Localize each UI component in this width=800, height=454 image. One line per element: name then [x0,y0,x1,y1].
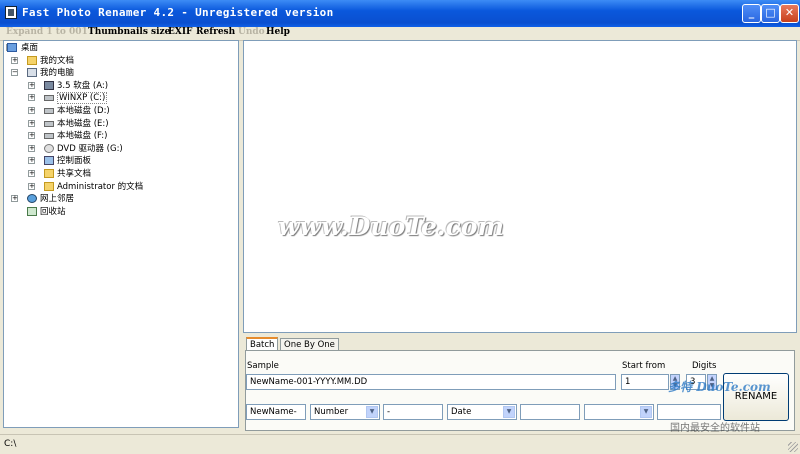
tree-item[interactable]: 回收站 [8,206,234,218]
logo-url-text: DuoTe.com [696,380,771,394]
tree-item[interactable]: +3.5 软盘 (A:) [25,80,234,92]
tree-item-label: 本地磁盘 (D:) [57,106,110,116]
expander-icon[interactable]: − [11,69,18,77]
tree-item-label: WINXP (C:) [57,92,108,105]
start-from-label: Start from [622,361,666,371]
tree-item[interactable]: + 本地磁盘 (D:) [25,105,234,117]
start-from-input[interactable]: 1 [621,374,669,390]
tree-item-label: 控制面板 [57,156,92,167]
chevron-down-icon[interactable]: ▼ [640,406,652,418]
sample-label: Sample [247,361,279,371]
drive-icon [44,95,54,102]
logo-text: 多特 [668,380,693,394]
tree-item-label: DVD 驱动器 (G:) [57,143,123,154]
part2-type-select[interactable]: Date ▼ [447,404,517,420]
menu-refresh[interactable]: Refresh [196,27,235,38]
expander-icon[interactable]: + [28,81,35,89]
app-icon [5,6,17,19]
part1-type-value: Number [314,407,349,417]
menu-undo[interactable]: Undo [238,27,265,38]
minimize-button[interactable]: _ [742,4,761,23]
menu-expand[interactable]: Expand 1 to 001 [6,27,88,38]
part3-text-input[interactable] [657,404,721,420]
tree-item-label: 本地磁盘 (E:) [57,118,109,129]
digits-label: Digits [692,361,717,371]
tree-item[interactable]: + 共享文档 [25,168,234,180]
network-icon [27,194,37,204]
expander-icon[interactable]: + [28,182,35,190]
tree-item[interactable]: −桌面 [4,42,234,54]
duote-logo: 多特 DuoTe.com [668,378,771,395]
part3-type-select[interactable]: ▼ [584,404,654,420]
tree-item[interactable]: + 控制面板 [25,155,234,167]
menu-help[interactable]: Help [266,27,290,38]
tree-item-label: 我的电脑 [40,68,75,79]
tree-item-label: 桌面 [21,43,39,53]
computer-icon [27,68,37,78]
part2-type-value: Date [451,407,472,417]
expander-icon[interactable]: + [28,132,35,140]
close-button[interactable]: ✕ [780,4,799,23]
prefix-input[interactable]: NewName- [246,404,306,420]
folder-tree[interactable]: −桌面+我的文档−我的电脑+3.5 软盘 (A:)+WINXP (C:)+本地磁… [3,40,239,428]
drive-icon [44,133,54,140]
folder-icon [44,169,54,178]
tree-item[interactable]: + DVD 驱动器 (G:) [25,143,234,155]
tree-item[interactable]: − 我的电脑 [8,67,234,79]
tree-item-label: Administrator 的文档 [57,181,144,192]
menu-exif[interactable]: EXIF [168,27,192,38]
separator-input[interactable]: - [383,404,443,420]
part2-text-input[interactable] [520,404,580,420]
dvd-icon [44,143,54,153]
window-title: Fast Photo Renamer 4.2 - Unregistered ve… [22,6,334,19]
desktop-icon [7,43,17,52]
tree-item-label: 本地磁盘 (F:) [57,131,108,142]
title-bar[interactable]: Fast Photo Renamer 4.2 - Unregistered ve… [0,0,800,27]
tree-item-label: 回收站 [40,206,66,217]
chevron-down-icon[interactable]: ▼ [366,406,378,418]
expander-icon[interactable]: + [28,157,35,165]
expander-icon[interactable]: + [28,94,35,102]
tree-item-label: 共享文档 [57,169,92,179]
menu-thumbnails-size[interactable]: Thumbnails size [88,27,170,38]
floppy-icon [44,80,54,90]
tree-item[interactable]: + 本地磁盘 (E:) [25,118,234,130]
tree-item[interactable]: + WINXP (C:) [25,92,234,105]
resize-grip-icon[interactable] [788,442,798,452]
expander-icon[interactable]: + [28,144,35,152]
expander-icon[interactable]: + [28,107,35,114]
thumbnail-preview-area[interactable] [243,40,797,333]
drive-icon [44,120,54,127]
menu-bar: Expand 1 to 001 Thumbnails size EXIF Ref… [0,27,800,41]
sample-field[interactable]: NewName-001-YYYY.MM.DD [246,374,616,390]
maximize-button[interactable]: □ [761,4,780,23]
expander-icon[interactable]: + [28,119,35,127]
tab-batch[interactable]: Batch [246,337,279,351]
folder-icon [27,55,37,65]
duote-slogan: 国内最安全的软件站 [670,423,760,434]
folder-icon [44,181,54,191]
recycle-bin-icon [27,206,37,216]
expander-icon[interactable]: + [11,195,18,203]
tree-item-label: 网上邻居 [40,194,75,205]
part1-type-select[interactable]: Number ▼ [310,404,380,420]
tree-item-label: 我的文档 [40,55,75,66]
tree-item[interactable]: + 网上邻居 [8,193,234,205]
chevron-down-icon[interactable]: ▼ [503,406,515,418]
tree-item-label: 3.5 软盘 (A:) [57,80,109,91]
status-bar: C:\ [0,434,800,454]
watermark-text: www.DuoTe.com [278,212,504,241]
drive-icon [44,108,54,114]
tree-item[interactable]: + Administrator 的文档 [25,181,234,193]
expander-icon[interactable]: + [28,170,35,177]
expander-icon[interactable]: + [11,56,18,64]
tree-item[interactable]: + 本地磁盘 (F:) [25,130,234,142]
status-path: C:\ [4,439,17,449]
control-panel-icon [44,156,54,166]
tree-item[interactable]: + 我的文档 [8,55,234,67]
